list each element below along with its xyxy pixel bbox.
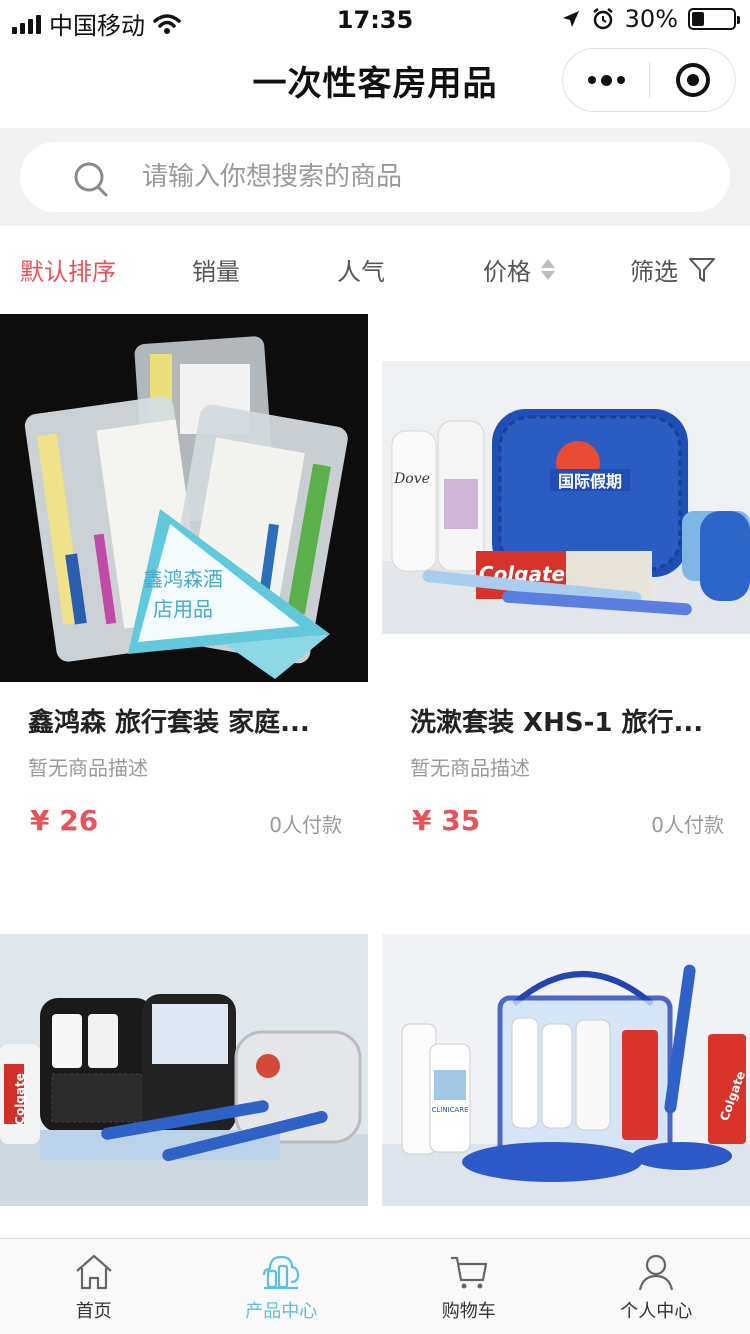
tab-cart[interactable]: 购物车 <box>375 1239 563 1334</box>
product-image[interactable]: Dove 国际假期 Colgate <box>382 361 750 634</box>
filter-funnel-icon <box>689 257 715 282</box>
sort-sales-label: 销量 <box>192 258 240 286</box>
product-description: 暂无商品描述 <box>410 756 530 780</box>
product-card[interactable]: Dove 国际假期 Colgate 洗漱套装 XHS-1 旅行... 暂无商品描… <box>382 314 750 914</box>
battery-level <box>692 12 704 26</box>
product-price: ¥ 35 <box>412 804 481 837</box>
product-photo-clear-bag-kit: CLINICARE Colgate <box>382 934 750 1206</box>
product-photo-zip-case-kit: Colgate <box>0 934 368 1206</box>
product-title[interactable]: 洗漱套装 XHS-1 旅行... <box>410 702 730 739</box>
product-card[interactable]: CLINICARE Colgate <box>382 934 750 1238</box>
nav-bar: 一次性客房用品 <box>0 40 750 128</box>
battery-percent: 30% <box>624 5 678 33</box>
mini-program-capsule <box>562 48 736 112</box>
sort-popularity-tab[interactable]: 人气 <box>337 252 385 287</box>
product-card[interactable]: Colgate <box>0 934 368 1238</box>
bottle-brand-text: Dove <box>393 471 430 487</box>
tab-product-center[interactable]: 产品中心 <box>188 1239 376 1334</box>
product-description: 暂无商品描述 <box>28 756 148 780</box>
product-price: ¥ 26 <box>30 804 99 837</box>
tab-home[interactable]: 首页 <box>0 1239 188 1334</box>
product-image[interactable]: Colgate <box>0 934 368 1206</box>
user-icon <box>639 1254 674 1291</box>
product-title[interactable]: 鑫鸿森 旅行套装 家庭... <box>28 702 348 739</box>
tab-profile[interactable]: 个人中心 <box>563 1239 750 1334</box>
battery-icon <box>688 8 740 30</box>
product-photo-hotel-kit: 鑫鸿森酒 店用品 <box>0 314 368 682</box>
more-button[interactable] <box>563 49 649 111</box>
filter-tab[interactable]: 筛选 <box>630 252 716 287</box>
bottle-brand-text: CLINICARE <box>431 1106 468 1114</box>
sort-price-tab[interactable]: 价格 <box>483 252 555 287</box>
sort-bar: 默认排序 销量 人气 价格 筛选 <box>0 226 750 314</box>
sort-price-label: 价格 <box>483 258 531 286</box>
search-icon <box>74 162 108 197</box>
case-logo-text: 国际假期 <box>558 472 622 491</box>
status-bar: 中国移动 17:35 30% <box>0 0 750 40</box>
cart-icon <box>450 1256 487 1289</box>
bottom-tab-bar: 首页 产品中心 购物车 个人中心 <box>0 1238 750 1334</box>
more-dot-icon <box>600 74 612 86</box>
close-button[interactable] <box>650 49 735 111</box>
product-center-icon <box>263 1255 300 1290</box>
badge-text-line-2: 店用品 <box>153 597 213 621</box>
sort-default-label: 默认排序 <box>20 258 116 286</box>
close-target-icon <box>675 63 710 97</box>
search-bar[interactable] <box>20 142 730 212</box>
location-arrow-icon <box>562 11 579 27</box>
more-dot-icon <box>587 76 596 84</box>
status-right: 30% <box>561 5 740 33</box>
product-photo-travel-case: Dove 国际假期 Colgate <box>382 361 750 634</box>
product-sold-count: 0人付款 <box>651 813 724 837</box>
sort-sales-tab[interactable]: 销量 <box>192 252 240 287</box>
sort-arrows-icon <box>541 259 555 280</box>
more-dot-icon <box>616 76 625 84</box>
tab-label-cart: 购物车 <box>441 1301 496 1322</box>
product-image[interactable]: 鑫鸿森酒 店用品 <box>0 314 368 682</box>
home-icon <box>76 1254 112 1290</box>
tab-label-home: 首页 <box>75 1301 112 1322</box>
alarm-clock-icon <box>592 8 613 30</box>
sort-default-tab[interactable]: 默认排序 <box>20 252 116 287</box>
search-area <box>0 128 750 226</box>
product-card[interactable]: 鑫鸿森酒 店用品 鑫鸿森 旅行套装 家庭... 暂无商品描述 ¥ 26 0人付款 <box>0 314 368 914</box>
badge-text-line-1: 鑫鸿森酒 <box>143 567 223 591</box>
product-sold-count: 0人付款 <box>269 813 342 837</box>
tab-label-product-center: 产品中心 <box>245 1301 318 1322</box>
toothpaste-brand-text: Colgate <box>13 1073 27 1125</box>
filter-label: 筛选 <box>630 258 678 286</box>
tab-label-profile: 个人中心 <box>620 1301 693 1322</box>
product-grid: 鑫鸿森酒 店用品 鑫鸿森 旅行套装 家庭... 暂无商品描述 ¥ 26 0人付款… <box>0 314 750 1238</box>
sort-popularity-label: 人气 <box>337 258 385 286</box>
search-input[interactable] <box>142 142 702 212</box>
product-image[interactable]: CLINICARE Colgate <box>382 934 750 1206</box>
